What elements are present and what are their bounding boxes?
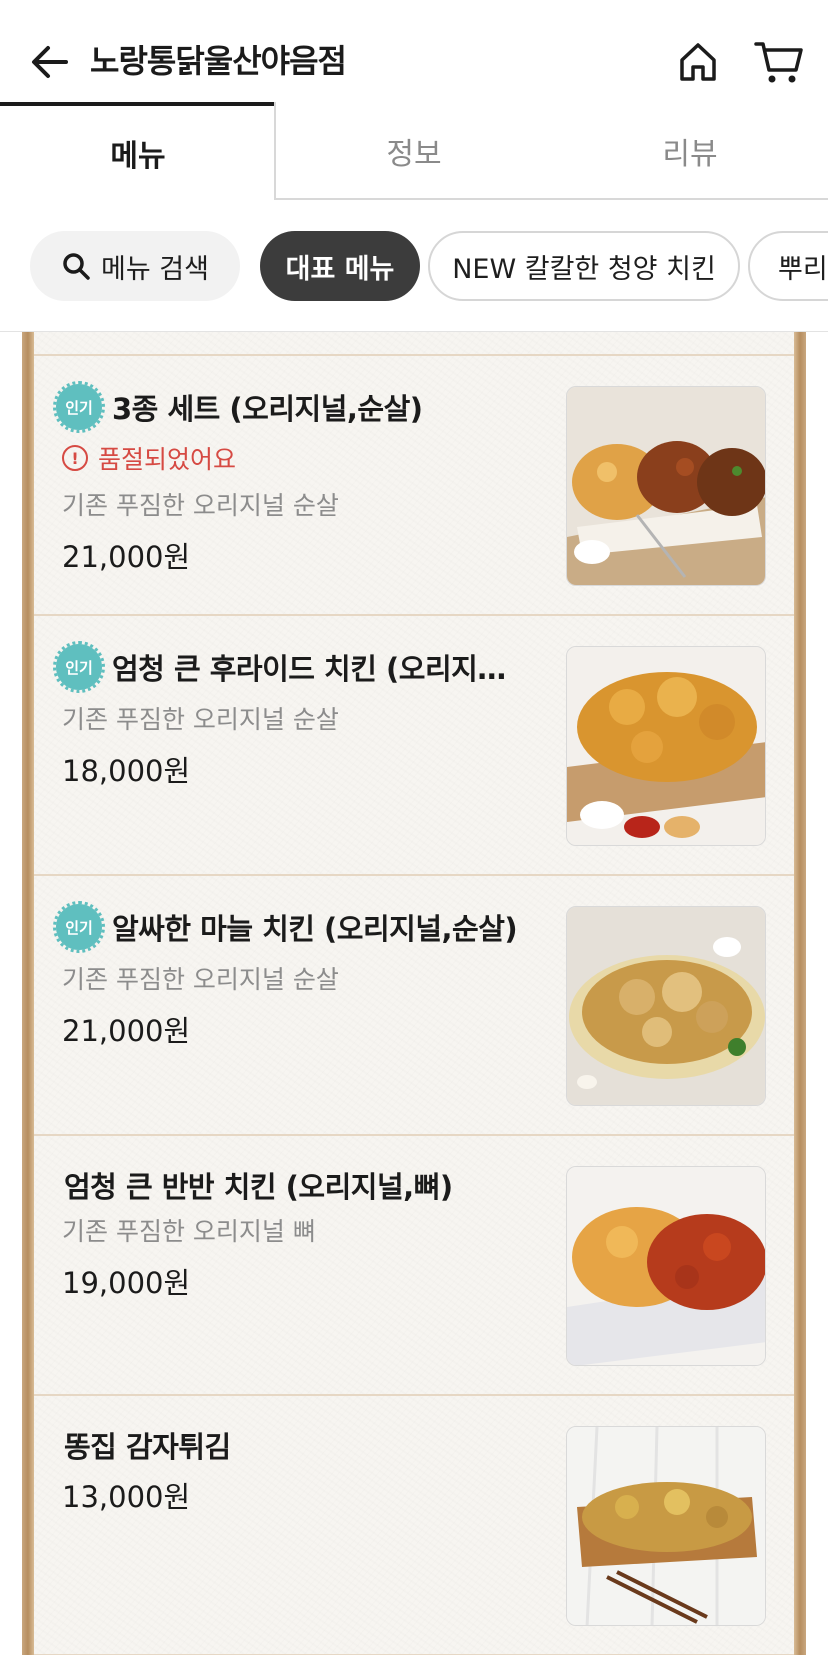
menu-item[interactable]: 인기 알싸한 마늘 치킨 (오리지널,순살) 기존 푸짐한 오리지널 순살 21… xyxy=(34,876,794,1136)
menu-item-name: 엄청 큰 반반 치킨 (오리지널,뼈) xyxy=(64,1170,453,1204)
popular-badge: 인기 xyxy=(53,901,105,953)
warning-icon: ! xyxy=(62,445,88,471)
menu-item[interactable]: 엄청 큰 반반 치킨 (오리지널,뼈) 기존 푸짐한 오리지널 뼈 19,000… xyxy=(34,1136,794,1396)
category-chips: 메뉴 검색 대표 메뉴 NEW 칼칼한 청양 치킨 뿌리... xyxy=(0,200,828,332)
chip-new-cheongyang-chicken[interactable]: NEW 칼칼한 청양 치킨 xyxy=(428,231,740,301)
menu-item-name: 알싸한 마늘 치킨 (오리지널,순살) xyxy=(112,912,518,946)
tab-info[interactable]: 정보 xyxy=(276,102,552,200)
cart-icon[interactable] xyxy=(752,36,806,88)
menu-item-description: 기존 푸짐한 오리지널 순살 xyxy=(62,491,339,520)
chip-representative-menu[interactable]: 대표 메뉴 xyxy=(260,231,420,301)
menu-item-name-row: 엄청 큰 반반 치킨 (오리지널,뼈) xyxy=(56,1164,453,1206)
board-frame-left xyxy=(22,332,34,1655)
search-icon xyxy=(63,253,90,280)
menu-item-description: 기존 푸짐한 오리지널 뼈 xyxy=(62,1217,316,1246)
menu-item[interactable]: 인기 엄청 큰 후라이드 치킨 (오리지… 기존 푸짐한 오리지널 순살 18,… xyxy=(34,616,794,876)
menu-item-description: 기존 푸짐한 오리지널 순살 xyxy=(62,965,339,994)
popular-badge: 인기 xyxy=(53,381,105,433)
menu-search-label: 메뉴 검색 xyxy=(101,253,209,285)
menu-item-photo[interactable] xyxy=(566,646,766,846)
store-title: 노랑통닭울산야음점 xyxy=(90,42,347,80)
home-icon[interactable] xyxy=(672,36,724,88)
back-arrow-icon[interactable] xyxy=(26,38,74,86)
sold-out-notice: ! 품절되었어요 xyxy=(62,440,236,476)
menu-item-photo[interactable] xyxy=(566,1426,766,1626)
app-header: 노랑통닭울산야음점 xyxy=(0,0,828,102)
chip-bone-partial[interactable]: 뿌리... xyxy=(748,231,828,301)
store-tabs: 메뉴 정보 리뷰 xyxy=(0,102,828,200)
menu-item-photo[interactable] xyxy=(566,386,766,586)
popular-badge: 인기 xyxy=(53,641,105,693)
menu-item-price: 18,000원 xyxy=(62,754,191,788)
menu-item-photo[interactable] xyxy=(566,906,766,1106)
menu-item-name-row: 인기 엄청 큰 후라이드 치킨 (오리지… xyxy=(53,641,506,693)
menu-item-photo[interactable] xyxy=(566,1166,766,1366)
tab-menu[interactable]: 메뉴 xyxy=(0,102,276,200)
menu-item-price: 21,000원 xyxy=(62,540,191,574)
menu-item-name: 엄청 큰 후라이드 치킨 (오리지… xyxy=(112,652,506,686)
menu-item-price: 13,000원 xyxy=(62,1480,191,1514)
board-frame-right xyxy=(794,332,806,1655)
menu-item-name-row: 인기 알싸한 마늘 치킨 (오리지널,순살) xyxy=(53,901,518,953)
menu-list: 인기 3종 세트 (오리지널,순살) ! 품절되었어요 기존 푸짐한 오리지널 … xyxy=(0,332,828,1655)
menu-item[interactable]: 똥집 감자튀김 13,000원 xyxy=(34,1396,794,1655)
menu-item-name: 3종 세트 (오리지널,순살) xyxy=(112,392,423,426)
menu-search-button[interactable]: 메뉴 검색 xyxy=(30,231,240,301)
menu-item-price: 21,000원 xyxy=(62,1014,191,1048)
tab-review[interactable]: 리뷰 xyxy=(552,102,828,200)
menu-item-name-row: 똥집 감자튀김 xyxy=(56,1424,231,1466)
menu-item-name-row: 인기 3종 세트 (오리지널,순살) xyxy=(53,381,423,433)
menu-item-price: 19,000원 xyxy=(62,1266,191,1300)
menu-item[interactable]: 인기 3종 세트 (오리지널,순살) ! 품절되었어요 기존 푸짐한 오리지널 … xyxy=(34,356,794,616)
menu-item-name: 똥집 감자튀김 xyxy=(64,1430,231,1464)
tab-divider xyxy=(274,102,276,200)
sold-out-text: 품절되었어요 xyxy=(98,445,237,474)
menu-item-description: 기존 푸짐한 오리지널 순살 xyxy=(62,705,339,734)
